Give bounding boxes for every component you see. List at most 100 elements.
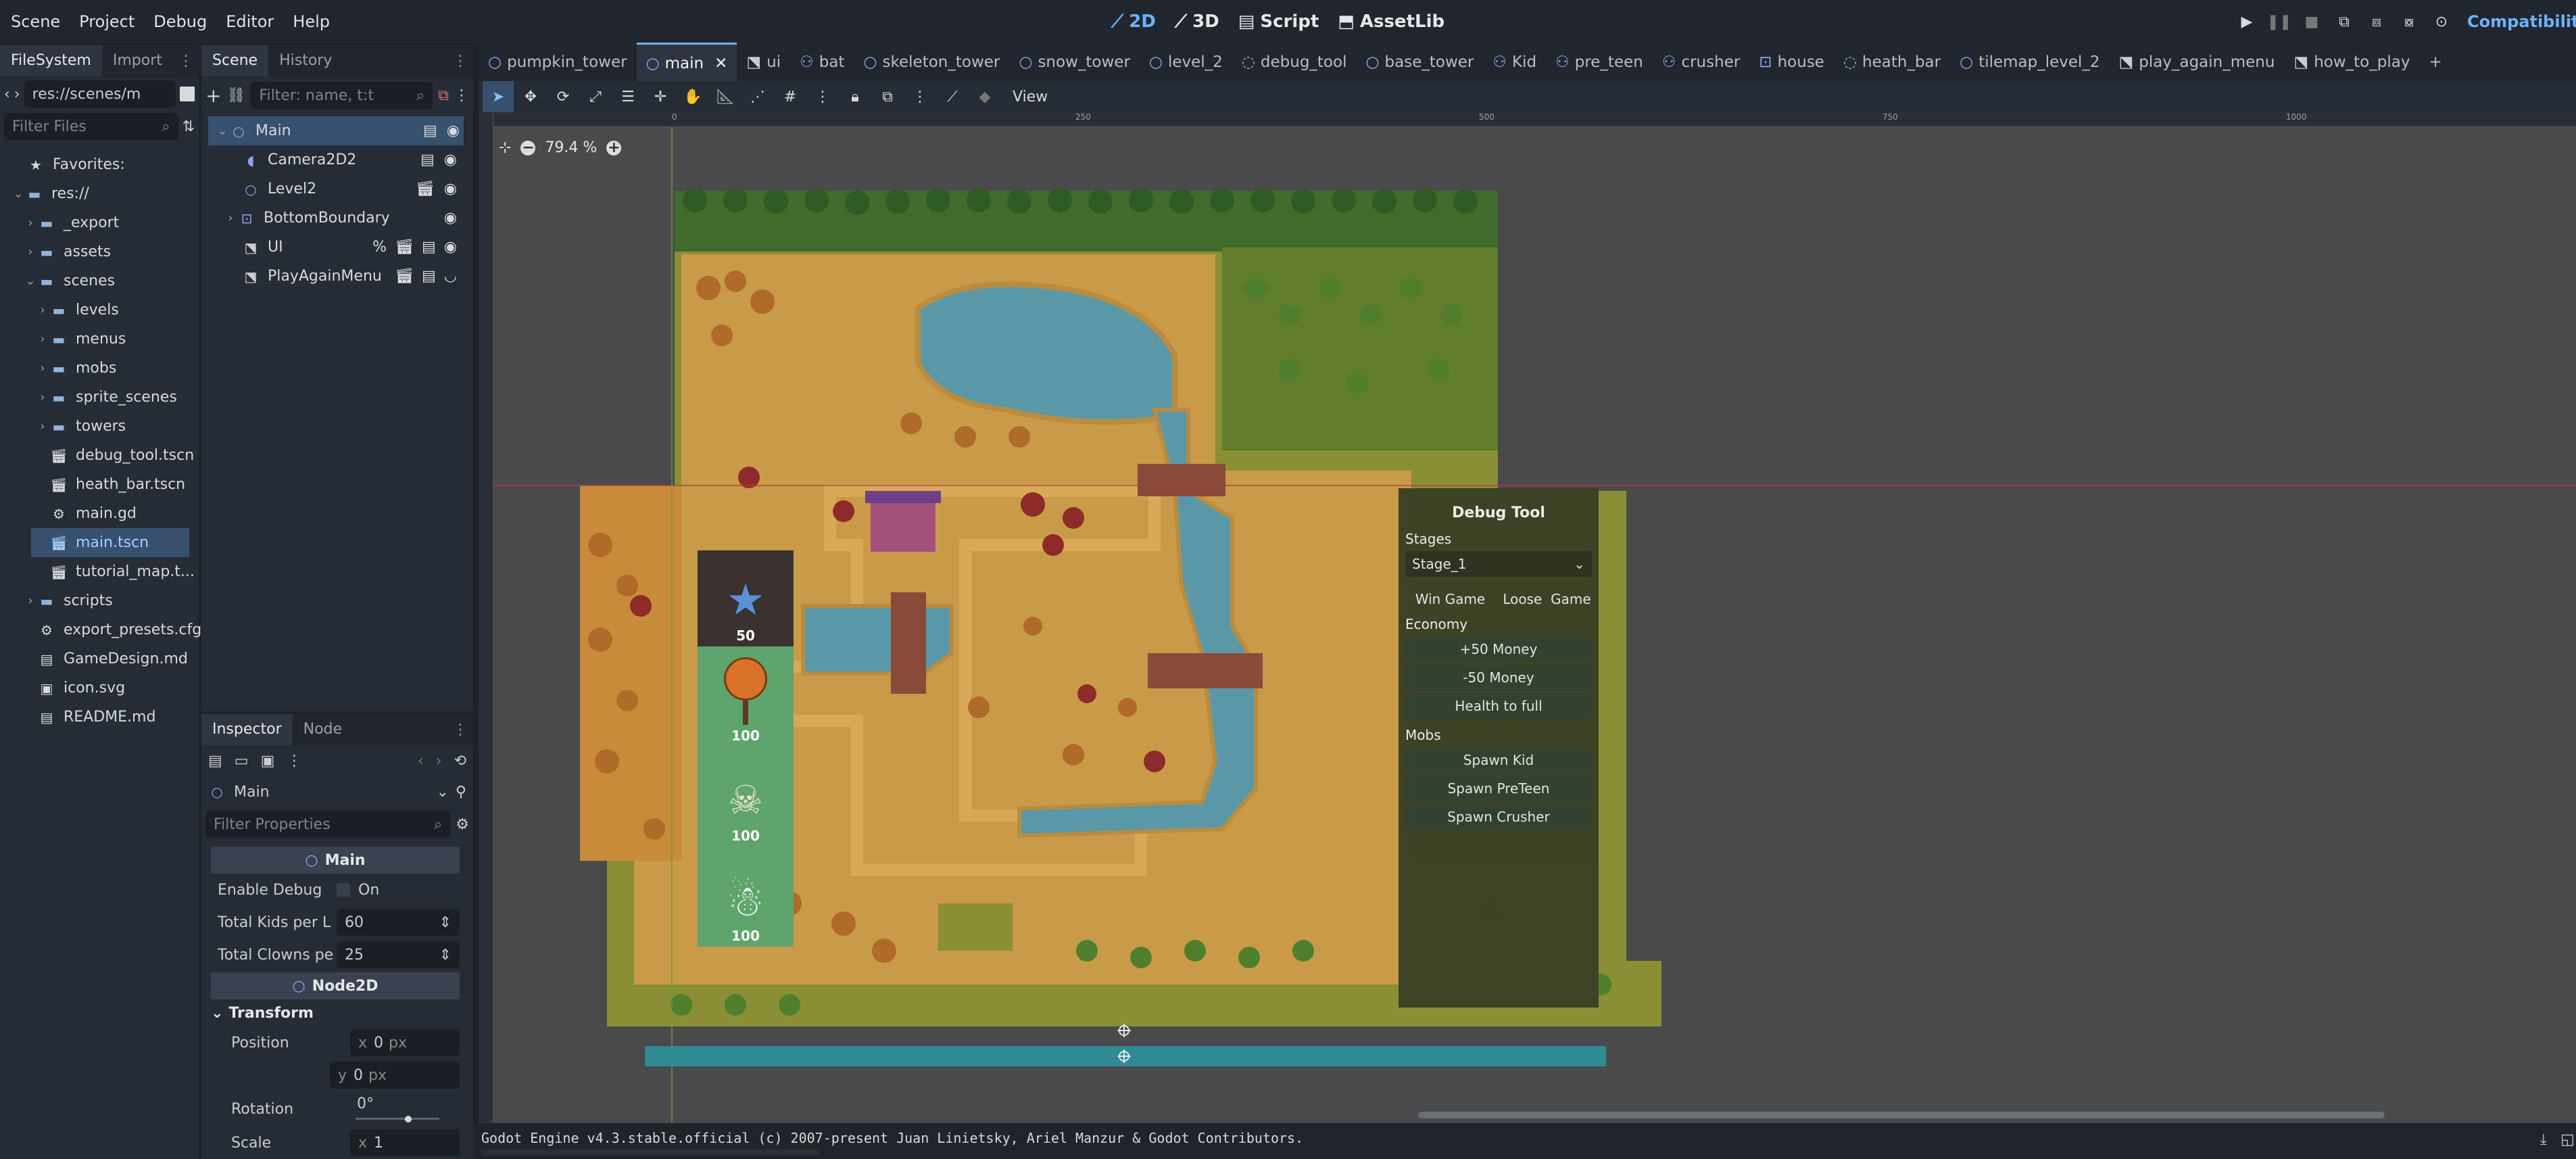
play-icon[interactable]: ▶: [2231, 5, 2263, 38]
unique-name-icon[interactable]: %: [372, 239, 387, 256]
play-custom-icon[interactable]: ⧇: [2393, 5, 2425, 38]
pivot-tool-icon[interactable]: ✛: [645, 81, 676, 112]
lock-icon[interactable]: 🔒︎: [840, 81, 871, 112]
spawn-preteen-button[interactable]: Spawn PreTeen: [1405, 776, 1592, 801]
scale-x-field[interactable]: x1: [350, 1129, 460, 1156]
sort-icon[interactable]: ⇅: [183, 118, 195, 135]
dock-menu-icon[interactable]: ⋮: [178, 53, 193, 70]
tab-history[interactable]: History: [268, 45, 343, 76]
tower-card-skeleton[interactable]: ☠ 100: [698, 747, 794, 847]
horizontal-scrollbar[interactable]: [1418, 1112, 2385, 1118]
open-scene-icon[interactable]: 🎬︎: [416, 181, 435, 197]
more-icon[interactable]: ⋮: [454, 87, 469, 104]
file-row[interactable]: ⌄ ▬ res://: [0, 179, 199, 208]
tower-card-star[interactable]: ★ 50: [698, 550, 794, 646]
file-row[interactable]: ▣ icon.svg: [0, 673, 199, 703]
move-tool-icon[interactable]: ✥: [515, 81, 546, 112]
file-row[interactable]: 🎬︎ tutorial_map.t...: [0, 557, 199, 586]
attach-script-icon[interactable]: ⧉: [438, 87, 449, 104]
menu-editor[interactable]: Editor: [216, 0, 283, 43]
pan-tool-icon[interactable]: ✋: [677, 81, 708, 112]
new-resource-icon[interactable]: ▤: [208, 753, 222, 770]
tilemap-icon[interactable]: ◆: [969, 81, 1000, 112]
tab-import[interactable]: Import: [102, 45, 173, 76]
file-row[interactable]: › ▬ levels: [0, 295, 199, 325]
play-scene-icon[interactable]: ⧈: [2360, 5, 2393, 38]
tab-filesystem[interactable]: FileSystem: [0, 45, 102, 76]
scene-node-row[interactable]: ⬔ PlayAgainMenu 🎬︎ ▤ ◡: [201, 262, 473, 291]
view-menu[interactable]: View: [1002, 89, 1059, 105]
back-icon[interactable]: ‹: [4, 86, 10, 103]
add-scene-tab-icon[interactable]: +: [2419, 43, 2451, 81]
snap-options-icon[interactable]: ⋮: [807, 81, 838, 112]
file-row[interactable]: ▤ README.md: [0, 703, 199, 732]
scene-tab[interactable]: ○ main ✕: [636, 42, 737, 82]
scene-tab[interactable]: ⚇ pre_teen: [1546, 43, 1653, 81]
scene-node-row[interactable]: › ⊡ BottomBoundary ◉: [201, 204, 473, 233]
scene-tab[interactable]: ○ tilemap_level_2: [1950, 43, 2109, 81]
expand-panel-icon[interactable]: ⤓: [2540, 1131, 2547, 1148]
scene-node-row[interactable]: ◖ Camera2D2 ▤ ◉: [201, 145, 473, 174]
spawn-crusher-button[interactable]: Spawn Crusher: [1405, 804, 1592, 830]
menu-project[interactable]: Project: [70, 0, 144, 43]
scene-tab[interactable]: ⚇ crusher: [1653, 43, 1749, 81]
spawn-kid-button[interactable]: Spawn Kid: [1405, 747, 1592, 773]
visibility-icon[interactable]: ◉: [447, 122, 460, 139]
file-row[interactable]: › ▬ scripts: [0, 586, 199, 615]
workspace-3d[interactable]: ⟋ 3D: [1165, 0, 1229, 43]
layout-toggle-icon[interactable]: [180, 87, 195, 101]
file-row[interactable]: ⚙ export_presets.cfg: [0, 615, 201, 644]
scene-tab[interactable]: ○ level_2: [1140, 43, 1232, 81]
visibility-icon[interactable]: ◉: [444, 210, 457, 227]
script-icon[interactable]: ▤: [420, 151, 435, 168]
script-icon[interactable]: ▤: [423, 122, 437, 139]
path-field[interactable]: res://scenes/m: [24, 80, 176, 108]
file-row[interactable]: › ▬ sprite_scenes: [0, 383, 199, 412]
scene-tab[interactable]: ◌ heath_bar: [1834, 43, 1950, 81]
favorites-row[interactable]: ★ Favorites:: [0, 150, 199, 179]
scale-tool-icon[interactable]: ⤢: [580, 81, 611, 112]
file-row[interactable]: › ▬ mobs: [0, 354, 199, 383]
more-icon[interactable]: ⋮: [287, 753, 301, 770]
transform-group[interactable]: ⌄ Transform: [211, 999, 460, 1026]
open-scene-icon[interactable]: 🎬︎: [395, 239, 414, 256]
lose-game-button[interactable]: Loose Game: [1502, 586, 1592, 612]
file-row-selected[interactable]: 🎬︎ main.tscn: [31, 528, 189, 557]
scene-tab[interactable]: ⚇ bat: [790, 43, 854, 81]
skeleton-options-icon[interactable]: ⋮: [904, 81, 935, 112]
object-docs-icon[interactable]: ⚲: [456, 784, 466, 801]
scene-tab[interactable]: ○ snow_tower: [1009, 43, 1140, 81]
open-folder-icon[interactable]: ▭: [235, 753, 249, 770]
scene-tab[interactable]: ◌ debug_tool: [1232, 43, 1357, 81]
object-selector[interactable]: ○ Main ⌄ ⚲: [201, 776, 473, 807]
menu-help[interactable]: Help: [283, 0, 339, 43]
filter-files-input[interactable]: Filter Files ⌕: [4, 113, 178, 140]
clowns-spinbox[interactable]: 25 ⇕: [337, 941, 460, 968]
rotation-slider[interactable]: 0°: [350, 1095, 460, 1122]
scene-filter-input[interactable]: Filter: name, t:t ⌕: [251, 82, 433, 109]
link-icon[interactable]: ⛓: [226, 87, 245, 104]
menu-scene[interactable]: Scene: [1, 0, 70, 43]
scene-tab[interactable]: ○ skeleton_tower: [854, 43, 1009, 81]
tab-inspector[interactable]: Inspector: [201, 714, 293, 745]
add-node-icon[interactable]: +: [205, 85, 221, 107]
scene-tab[interactable]: ⊡ house: [1749, 43, 1834, 81]
pause-icon[interactable]: ❚❚: [2263, 5, 2295, 38]
scene-node-row[interactable]: ⬔ UI% 🎬︎ ▤ ◉: [201, 233, 473, 262]
checkbox[interactable]: [337, 883, 350, 897]
history-back-icon[interactable]: ‹: [418, 753, 424, 770]
workspace-2d[interactable]: ⟋ 2D: [1102, 0, 1165, 43]
file-row[interactable]: › ▬ _export: [0, 208, 199, 237]
tab-scene[interactable]: Scene: [201, 45, 269, 76]
tab-node[interactable]: Node: [293, 714, 353, 745]
position-y-field[interactable]: y 0 px: [330, 1062, 460, 1089]
file-row[interactable]: 🎬︎ heath_bar.tscn: [0, 470, 199, 499]
list-select-icon[interactable]: ☰: [612, 81, 643, 112]
scene-tab[interactable]: ⚇ Kid: [1483, 43, 1546, 81]
scene-tab[interactable]: ⬔ how_to_play: [2284, 43, 2419, 81]
smart-snap-icon[interactable]: ⋰: [742, 81, 773, 112]
select-tool-icon[interactable]: ➤: [483, 81, 514, 112]
scene-tab[interactable]: ○ pumpkin_tower: [479, 43, 637, 81]
scene-node-row[interactable]: ⌄ ○ Main ▤ ◉: [208, 116, 464, 145]
tower-card-pumpkin[interactable]: 100: [698, 646, 794, 747]
